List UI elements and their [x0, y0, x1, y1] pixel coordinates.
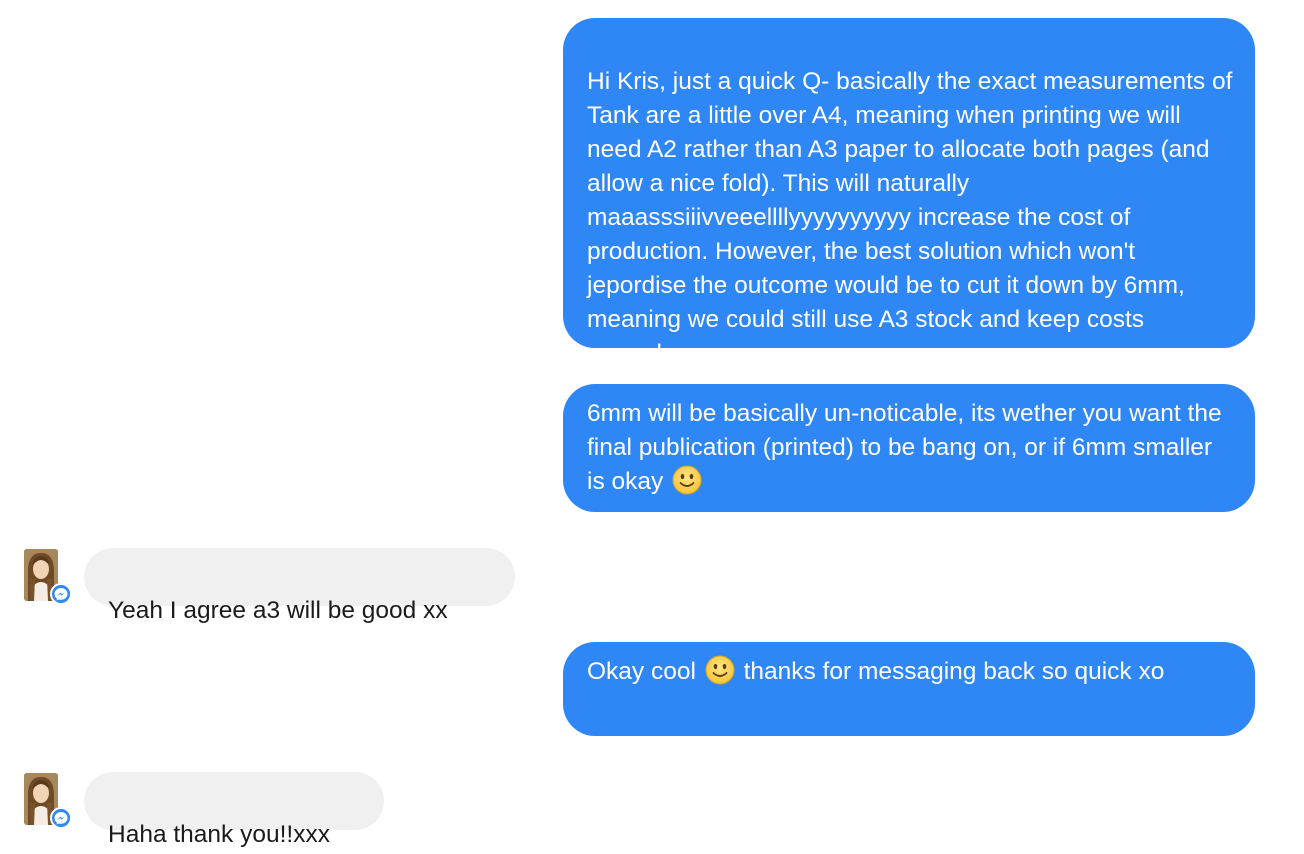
- outgoing-message[interactable]: 6mm will be basically un-noticable, its …: [563, 384, 1255, 512]
- message-text: thanks for messaging back so quick xo: [743, 658, 1165, 685]
- outgoing-message[interactable]: Okay cool thanks for messaging back so q…: [563, 642, 1255, 736]
- messenger-badge: [50, 583, 72, 605]
- message-text: Yeah I agree a3 will be good xx: [108, 597, 448, 624]
- slightly-smiling-face-icon: [672, 465, 702, 495]
- message-text: Okay cool: [587, 658, 696, 685]
- slightly-smiling-face-icon: [705, 655, 735, 685]
- incoming-message[interactable]: Haha thank you!!xxx: [84, 772, 384, 848]
- messenger-badge-icon: [52, 585, 70, 603]
- outgoing-message[interactable]: Hi Kris, just a quick Q- basically the e…: [563, 18, 1255, 367]
- incoming-message[interactable]: Yeah I agree a3 will be good xx: [84, 548, 515, 624]
- messenger-badge-icon: [52, 809, 70, 827]
- message-text: Hi Kris, just a quick Q- basically the e…: [587, 68, 1233, 367]
- message-text: Haha thank you!!xxx: [108, 821, 330, 848]
- message-thread: Hi Kris, just a quick Q- basically the e…: [0, 0, 1304, 854]
- messenger-badge: [50, 807, 72, 829]
